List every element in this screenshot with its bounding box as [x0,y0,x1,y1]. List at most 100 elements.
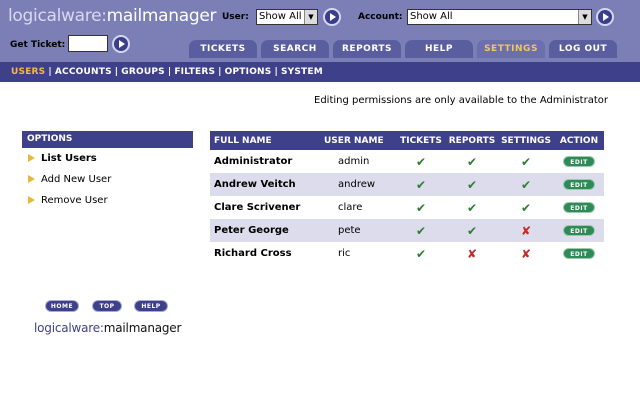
cell-tickets: ✔ [396,219,446,242]
check-icon: ✔ [520,154,532,169]
check-icon: ✔ [415,200,427,215]
tab-log-out[interactable]: LOG OUT [549,40,617,58]
account-filter-go-button[interactable] [596,8,614,26]
cell-full-name: Clare Scrivener [214,202,301,213]
get-ticket-go-button[interactable] [112,35,130,53]
cross-icon: ✘ [520,246,532,261]
subnav-accounts[interactable]: ACCOUNTS [55,67,112,77]
tab-help[interactable]: HELP [405,40,473,58]
cell-user-name: andrew [314,173,396,196]
cell-full-name: Richard Cross [214,248,292,259]
edit-button[interactable]: EDIT [563,225,595,236]
account-filter-select[interactable]: Show All ▼ [407,9,592,25]
subnav-filters[interactable]: FILTERS [174,67,215,77]
check-icon: ✔ [415,246,427,261]
tab-reports[interactable]: REPORTS [333,40,401,58]
subnav-users[interactable]: USERS [11,67,45,77]
column-user-name: USER NAME [314,131,396,150]
check-icon: ✔ [466,154,478,169]
check-icon: ✔ [520,200,532,215]
cell-reports: ✔ [446,196,498,219]
check-icon: ✔ [520,177,532,192]
cell-reports: ✘ [446,242,498,265]
cell-action: EDIT [554,150,604,173]
tab-search[interactable]: SEARCH [261,40,329,58]
subnav-options[interactable]: OPTIONS [225,67,272,77]
cell-settings: ✘ [498,242,554,265]
cell-tickets: ✔ [396,150,446,173]
user-filter-go-button[interactable] [323,8,341,26]
check-icon: ✔ [415,223,427,238]
tab-tickets[interactable]: TICKETS [189,40,257,58]
cell-reports: ✔ [446,150,498,173]
footer-logo-brand: logicalware: [34,321,104,335]
option-remove-user[interactable]: Remove User [28,195,108,206]
triangle-bullet-icon [28,196,35,204]
edit-button[interactable]: EDIT [563,179,595,190]
triangle-bullet-icon [28,154,35,162]
edit-button[interactable]: EDIT [563,248,595,259]
top-button[interactable]: TOP [92,300,122,312]
cell-user-name: pete [314,219,396,242]
cell-tickets: ✔ [396,173,446,196]
cell-tickets: ✔ [396,242,446,265]
chevron-down-icon: ▼ [578,10,591,24]
cell-settings: ✔ [498,150,554,173]
option-label: List Users [41,153,97,164]
edit-button[interactable]: EDIT [563,202,595,213]
footer-logo: logicalware:mailmanager [34,321,181,335]
user-filter-value: Show All [259,11,302,22]
subnav-groups[interactable]: GROUPS [121,67,165,77]
account-filter-label: Account: [358,12,403,22]
app-logo: logicalware:mailmanager [8,6,217,26]
get-ticket-label: Get Ticket: [10,40,66,50]
subnav-separator: | [218,67,222,77]
table-row: Clare Scrivener clare ✔ ✔ ✔ EDIT [210,196,604,219]
cell-user-name: ric [338,248,351,259]
check-icon: ✔ [415,177,427,192]
column-tickets: TICKETS [396,131,446,150]
help-button[interactable]: HELP [134,300,168,312]
cell-reports: ✔ [446,173,498,196]
cell-action: EDIT [554,242,604,265]
admin-permissions-note: Editing permissions are only available t… [314,95,608,106]
tab-settings[interactable]: SETTINGS [477,40,545,58]
cell-full-name: Administrator [214,156,293,167]
cell-action: EDIT [554,219,604,242]
cell-user-name: admin [338,156,370,167]
account-filter-value: Show All [410,11,453,22]
ticket-number-input[interactable] [68,35,108,52]
cell-action: EDIT [554,196,604,219]
cross-icon: ✘ [466,246,478,261]
home-button[interactable]: HOME [45,300,79,312]
triangle-bullet-icon [28,175,35,183]
subnav-separator: | [167,67,172,77]
edit-button[interactable]: EDIT [563,156,595,167]
users-table: FULL NAME USER NAME TICKETS REPORTS SETT… [210,131,604,265]
chevron-down-icon: ▼ [304,10,317,24]
table-row: Peter George pete ✔ ✔ ✘ EDIT [210,219,604,242]
column-action: ACTION [554,131,604,150]
options-panel-title: OPTIONS [22,131,193,148]
cell-settings: ✘ [498,219,554,242]
cell-action: EDIT [554,173,604,196]
option-label: Add New User [41,174,112,185]
cell-full-name: Peter George [210,219,314,242]
subnav-separator: | [114,67,119,77]
option-label: Remove User [41,195,108,206]
column-settings: SETTINGS [498,131,554,150]
table-header-row: FULL NAME USER NAME TICKETS REPORTS SETT… [210,131,604,150]
subnav-system[interactable]: SYSTEM [281,67,323,77]
option-add-new-user[interactable]: Add New User [28,174,111,185]
column-full-name: FULL NAME [210,131,314,150]
table-row: Administrator admin ✔ ✔ ✔ EDIT [210,150,604,173]
user-filter-select[interactable]: Show All ▼ [256,9,318,25]
logo-brand: logicalware: [8,6,107,26]
cell-reports: ✔ [446,219,498,242]
option-list-users[interactable]: List Users [28,153,97,164]
options-panel: OPTIONS List Users Add New User Remove U… [22,131,193,206]
header-bar: logicalware:mailmanager User: Show All ▼… [0,0,640,62]
column-reports: REPORTS [446,131,498,150]
table-row: Andrew Veitch andrew ✔ ✔ ✔ EDIT [210,173,604,196]
logo-product: mailmanager [106,6,217,26]
